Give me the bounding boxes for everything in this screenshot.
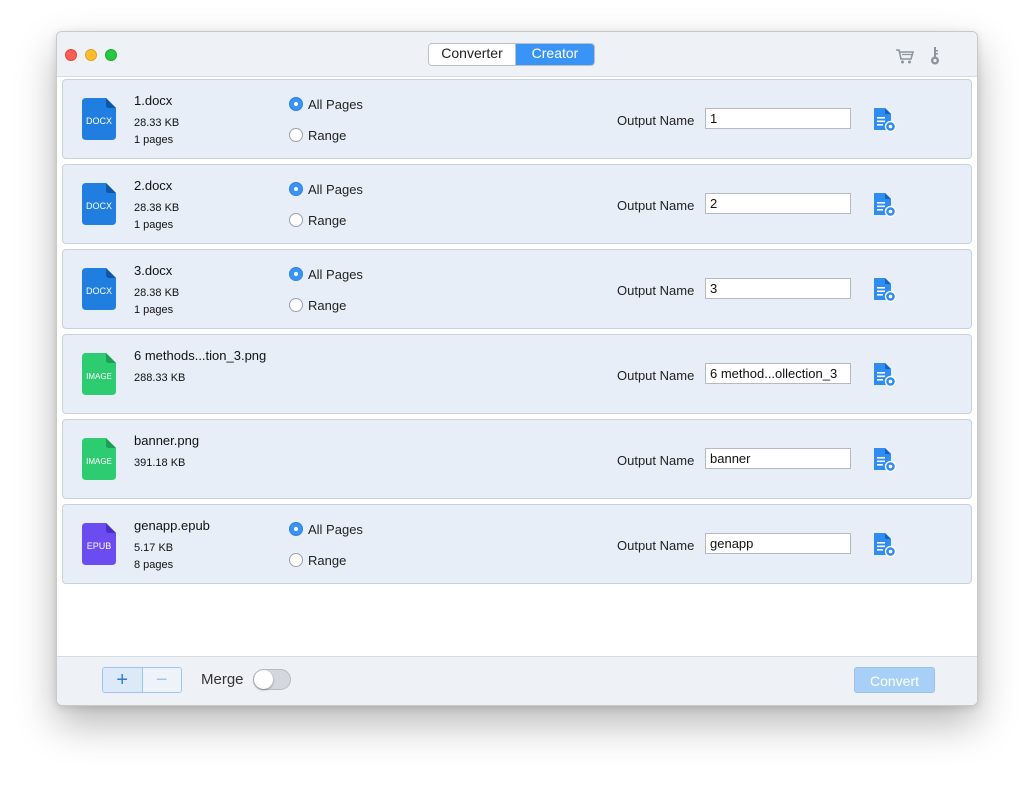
all-pages-radio[interactable]	[289, 522, 303, 536]
image-file-icon: IMAGE	[82, 353, 116, 395]
zoom-window-button[interactable]	[105, 49, 117, 61]
app-window: Converter Creator DOCX 1.docx 28.33 KB 1…	[56, 31, 978, 706]
file-settings-icon[interactable]	[871, 532, 897, 558]
file-name: 2.docx	[134, 178, 173, 193]
file-row[interactable]: EPUB genapp.epub 5.17 KB 8 pages All Pag…	[62, 504, 972, 584]
file-size: 28.38 KB	[134, 202, 180, 214]
file-name: 1.docx	[134, 93, 173, 108]
file-row[interactable]: DOCX 2.docx 28.38 KB 1 pages All Pages R…	[62, 164, 972, 244]
convert-button[interactable]: Convert	[854, 667, 935, 693]
merge-label: Merge	[201, 671, 244, 688]
all-pages-label[interactable]: All Pages	[308, 522, 363, 537]
minimize-window-button[interactable]	[85, 49, 97, 61]
all-pages-label[interactable]: All Pages	[308, 182, 363, 197]
file-size: 288.33 KB	[134, 372, 186, 384]
file-type-label: DOCX	[86, 116, 112, 126]
cart-icon[interactable]	[895, 46, 915, 66]
file-name: genapp.epub	[134, 518, 210, 533]
file-row[interactable]: DOCX 1.docx 28.33 KB 1 pages All Pages R…	[62, 79, 972, 159]
file-pages: 1 pages	[134, 219, 174, 231]
range-radio[interactable]	[289, 213, 303, 227]
range-radio[interactable]	[289, 298, 303, 312]
file-pages: 1 pages	[134, 134, 174, 146]
key-icon[interactable]	[925, 46, 945, 66]
output-name-input[interactable]: genapp	[705, 533, 851, 554]
file-size: 391.18 KB	[134, 457, 186, 469]
merge-toggle[interactable]	[253, 669, 291, 690]
output-name-label: Output Name	[617, 538, 695, 553]
file-settings-icon[interactable]	[871, 362, 897, 388]
file-size: 28.33 KB	[134, 117, 180, 129]
file-pages: 8 pages	[134, 559, 174, 571]
tab-converter[interactable]: Converter	[429, 44, 516, 65]
all-pages-label[interactable]: All Pages	[308, 267, 363, 282]
range-radio[interactable]	[289, 553, 303, 567]
docx-file-icon: DOCX	[82, 98, 116, 140]
file-row[interactable]: IMAGE banner.png 391.18 KB Output Name b…	[62, 419, 972, 499]
range-label[interactable]: Range	[308, 128, 346, 143]
file-type-label: IMAGE	[86, 372, 112, 381]
output-name-input[interactable]: 3	[705, 278, 851, 299]
range-label[interactable]: Range	[308, 298, 346, 313]
file-type-label: EPUB	[87, 541, 112, 551]
output-name-label: Output Name	[617, 283, 695, 298]
file-pages: 1 pages	[134, 304, 174, 316]
all-pages-radio[interactable]	[289, 267, 303, 281]
all-pages-radio[interactable]	[289, 97, 303, 111]
output-name-input[interactable]: 1	[705, 108, 851, 129]
tab-creator[interactable]: Creator	[516, 44, 594, 65]
file-name: 6 methods...tion_3.png	[134, 348, 267, 363]
file-name: 3.docx	[134, 263, 173, 278]
output-name-input[interactable]: 6 method...ollection_3	[705, 363, 851, 384]
file-settings-icon[interactable]	[871, 107, 897, 133]
docx-file-icon: DOCX	[82, 268, 116, 310]
range-label[interactable]: Range	[308, 553, 346, 568]
range-label[interactable]: Range	[308, 213, 346, 228]
all-pages-label[interactable]: All Pages	[308, 97, 363, 112]
all-pages-radio[interactable]	[289, 182, 303, 196]
image-file-icon: IMAGE	[82, 438, 116, 480]
output-name-input[interactable]: 2	[705, 193, 851, 214]
toggle-knob	[254, 670, 273, 689]
file-type-label: DOCX	[86, 286, 112, 296]
output-name-label: Output Name	[617, 368, 695, 383]
epub-file-icon: EPUB	[82, 523, 116, 565]
file-type-label: IMAGE	[86, 457, 112, 466]
file-settings-icon[interactable]	[871, 277, 897, 303]
range-radio[interactable]	[289, 128, 303, 142]
file-size: 5.17 KB	[134, 542, 174, 554]
file-settings-icon[interactable]	[871, 447, 897, 473]
file-row[interactable]: DOCX 3.docx 28.38 KB 1 pages All Pages R…	[62, 249, 972, 329]
file-type-label: DOCX	[86, 201, 112, 211]
remove-file-button[interactable]: −	[142, 668, 181, 692]
output-name-label: Output Name	[617, 453, 695, 468]
output-name-label: Output Name	[617, 198, 695, 213]
file-size: 28.38 KB	[134, 287, 180, 299]
docx-file-icon: DOCX	[82, 183, 116, 225]
mode-segmented-control: Converter Creator	[428, 43, 595, 66]
output-name-label: Output Name	[617, 113, 695, 128]
add-remove-control: + −	[102, 667, 182, 693]
file-row[interactable]: IMAGE 6 methods...tion_3.png 288.33 KB O…	[62, 334, 972, 414]
file-name: banner.png	[134, 433, 200, 448]
output-name-input[interactable]: banner	[705, 448, 851, 469]
file-settings-icon[interactable]	[871, 192, 897, 218]
title-bar: Converter Creator	[57, 32, 977, 77]
add-file-button[interactable]: +	[103, 668, 143, 692]
close-window-button[interactable]	[65, 49, 77, 61]
bottom-bar: + − Merge Convert	[57, 656, 977, 705]
